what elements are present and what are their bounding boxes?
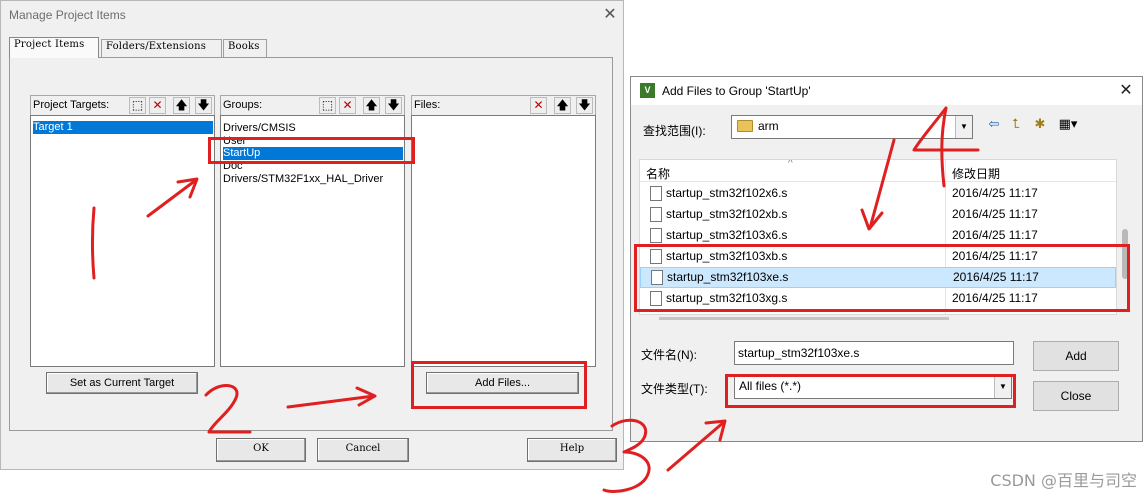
files-label: Files: — [414, 99, 441, 111]
file-list[interactable]: 名称 ^ 修改日期 startup_stm32f102x6.s 2016/4/2… — [639, 159, 1117, 315]
file-icon — [650, 228, 662, 243]
file-row[interactable]: startup_stm32f102x6.s 2016/4/25 11:17 — [640, 183, 1116, 204]
close-icon[interactable]: ✕ — [600, 5, 620, 25]
file-date: 2016/4/25 11:17 — [952, 186, 1038, 200]
dialog-title: Add Files to Group 'StartUp' — [662, 84, 811, 98]
file-list-header: 名称 ^ 修改日期 — [640, 160, 1116, 182]
close-icon[interactable]: ✕ — [1116, 81, 1136, 101]
look-in-value: arm — [758, 119, 779, 133]
scroll-thumb[interactable] — [1122, 229, 1128, 279]
file-name: startup_stm32f103x6.s — [666, 228, 788, 242]
list-item[interactable]: Drivers/CMSIS — [223, 122, 296, 135]
new-target-icon[interactable]: ⬚ — [129, 97, 146, 114]
move-file-down-icon[interactable]: 🡇 — [576, 97, 593, 114]
move-group-up-icon[interactable]: 🡅 — [363, 97, 380, 114]
new-folder-icon[interactable]: ✱ — [1031, 117, 1049, 133]
set-current-target-button[interactable]: Set as Current Target — [46, 372, 198, 394]
add-files-button[interactable]: Add Files... — [426, 372, 579, 394]
help-button[interactable]: Help — [527, 438, 617, 462]
title-bar: V Add Files to Group 'StartUp' ✕ — [631, 77, 1142, 105]
file-icon — [650, 207, 662, 222]
close-button[interactable]: Close — [1033, 381, 1119, 411]
folder-icon — [737, 120, 753, 132]
file-row-selected[interactable]: startup_stm32f103xe.s 2016/4/25 11:17 — [640, 267, 1116, 288]
file-row[interactable]: startup_stm32f103xb.s 2016/4/25 11:17 — [640, 246, 1116, 267]
filename-input[interactable]: startup_stm32f103xe.s — [734, 341, 1014, 365]
file-name: startup_stm32f103xg.s — [666, 291, 788, 305]
file-row[interactable]: startup_stm32f103x6.s 2016/4/25 11:17 — [640, 225, 1116, 246]
delete-file-icon[interactable]: ✕ — [530, 97, 547, 114]
filetype-label: 文件类型(T): — [641, 382, 708, 396]
file-name: startup_stm32f102xb.s — [666, 207, 788, 221]
chevron-down-icon[interactable]: ▼ — [994, 376, 1011, 398]
file-date: 2016/4/25 11:17 — [952, 291, 1038, 305]
tab-project-items[interactable]: Project Items — [9, 37, 99, 58]
tab-folders-extensions[interactable]: Folders/Extensions — [101, 39, 222, 57]
dialog-title: Manage Project Items — [9, 8, 126, 22]
delete-target-icon[interactable]: ✕ — [149, 97, 166, 114]
groups-label: Groups: — [223, 99, 263, 111]
file-date: 2016/4/25 11:17 — [952, 207, 1038, 221]
sort-up-icon: ^ — [788, 159, 793, 169]
filetype-select[interactable]: All files (*.*) ▼ — [734, 375, 1012, 399]
up-folder-icon[interactable]: ⮤ — [1007, 117, 1025, 133]
file-row[interactable]: startup_stm32f103xg.s 2016/4/25 11:17 — [640, 288, 1116, 309]
files-header: Files: ✕ 🡅 🡇 — [411, 95, 596, 115]
list-item[interactable]: Drivers/STM32F1xx_HAL_Driver — [223, 173, 383, 186]
file-name: startup_stm32f102x6.s — [666, 186, 788, 200]
file-icon — [651, 270, 663, 285]
targets-header: Project Targets: ⬚ ✕ 🡅 🡇 — [30, 95, 215, 115]
add-files-dialog: V Add Files to Group 'StartUp' ✕ 查找范围(I)… — [630, 76, 1143, 442]
horizontal-scrollbar[interactable] — [639, 315, 1117, 322]
look-in-label: 查找范围(I): — [643, 124, 706, 138]
ok-button[interactable]: OK — [216, 438, 306, 462]
file-date: 2016/4/25 11:17 — [953, 270, 1039, 284]
column-name[interactable]: 名称 — [646, 165, 670, 182]
groups-header: Groups: ⬚ ✕ 🡅 🡇 — [220, 95, 405, 115]
view-menu-icon[interactable]: ▦▾ — [1055, 117, 1081, 133]
scroll-thumb[interactable] — [659, 317, 949, 320]
vertical-scrollbar[interactable] — [1117, 159, 1134, 315]
chevron-down-icon[interactable]: ▼ — [955, 116, 972, 138]
file-icon — [650, 291, 662, 306]
move-group-down-icon[interactable]: 🡇 — [385, 97, 402, 114]
file-name: startup_stm32f103xb.s — [666, 249, 788, 263]
keil-app-icon: V — [640, 83, 655, 98]
back-icon[interactable]: ⇦ — [985, 117, 1003, 133]
file-icon — [650, 186, 662, 201]
files-list[interactable] — [411, 115, 596, 367]
groups-list[interactable]: Drivers/CMSIS User StartUp Doc Drivers/S… — [220, 115, 405, 367]
tab-books[interactable]: Books — [223, 39, 267, 57]
list-item[interactable]: Doc — [223, 160, 243, 173]
column-date[interactable]: 修改日期 — [952, 165, 1000, 182]
new-group-icon[interactable]: ⬚ — [319, 97, 336, 114]
targets-label: Project Targets: — [33, 99, 110, 111]
targets-list[interactable]: Target 1 — [30, 115, 215, 367]
move-file-up-icon[interactable]: 🡅 — [554, 97, 571, 114]
list-item-selected[interactable]: StartUp — [223, 147, 403, 160]
look-in-combo[interactable]: arm ▼ — [731, 115, 973, 139]
cancel-button[interactable]: Cancel — [317, 438, 409, 462]
move-target-up-icon[interactable]: 🡅 — [173, 97, 190, 114]
file-row[interactable]: startup_stm32f102xb.s 2016/4/25 11:17 — [640, 204, 1116, 225]
filename-label: 文件名(N): — [641, 348, 697, 362]
delete-group-icon[interactable]: ✕ — [339, 97, 356, 114]
add-button[interactable]: Add — [1033, 341, 1119, 371]
file-date: 2016/4/25 11:17 — [952, 228, 1038, 242]
watermark: CSDN @百里与司空 — [990, 471, 1137, 490]
list-item[interactable]: Target 1 — [33, 121, 213, 134]
move-target-down-icon[interactable]: 🡇 — [195, 97, 212, 114]
manage-project-items-dialog: Manage Project Items ✕ Project Items Fol… — [0, 0, 624, 470]
filetype-value: All files (*.*) — [739, 379, 802, 393]
file-icon — [650, 249, 662, 264]
file-date: 2016/4/25 11:17 — [952, 249, 1038, 263]
file-name: startup_stm32f103xe.s — [667, 270, 789, 284]
